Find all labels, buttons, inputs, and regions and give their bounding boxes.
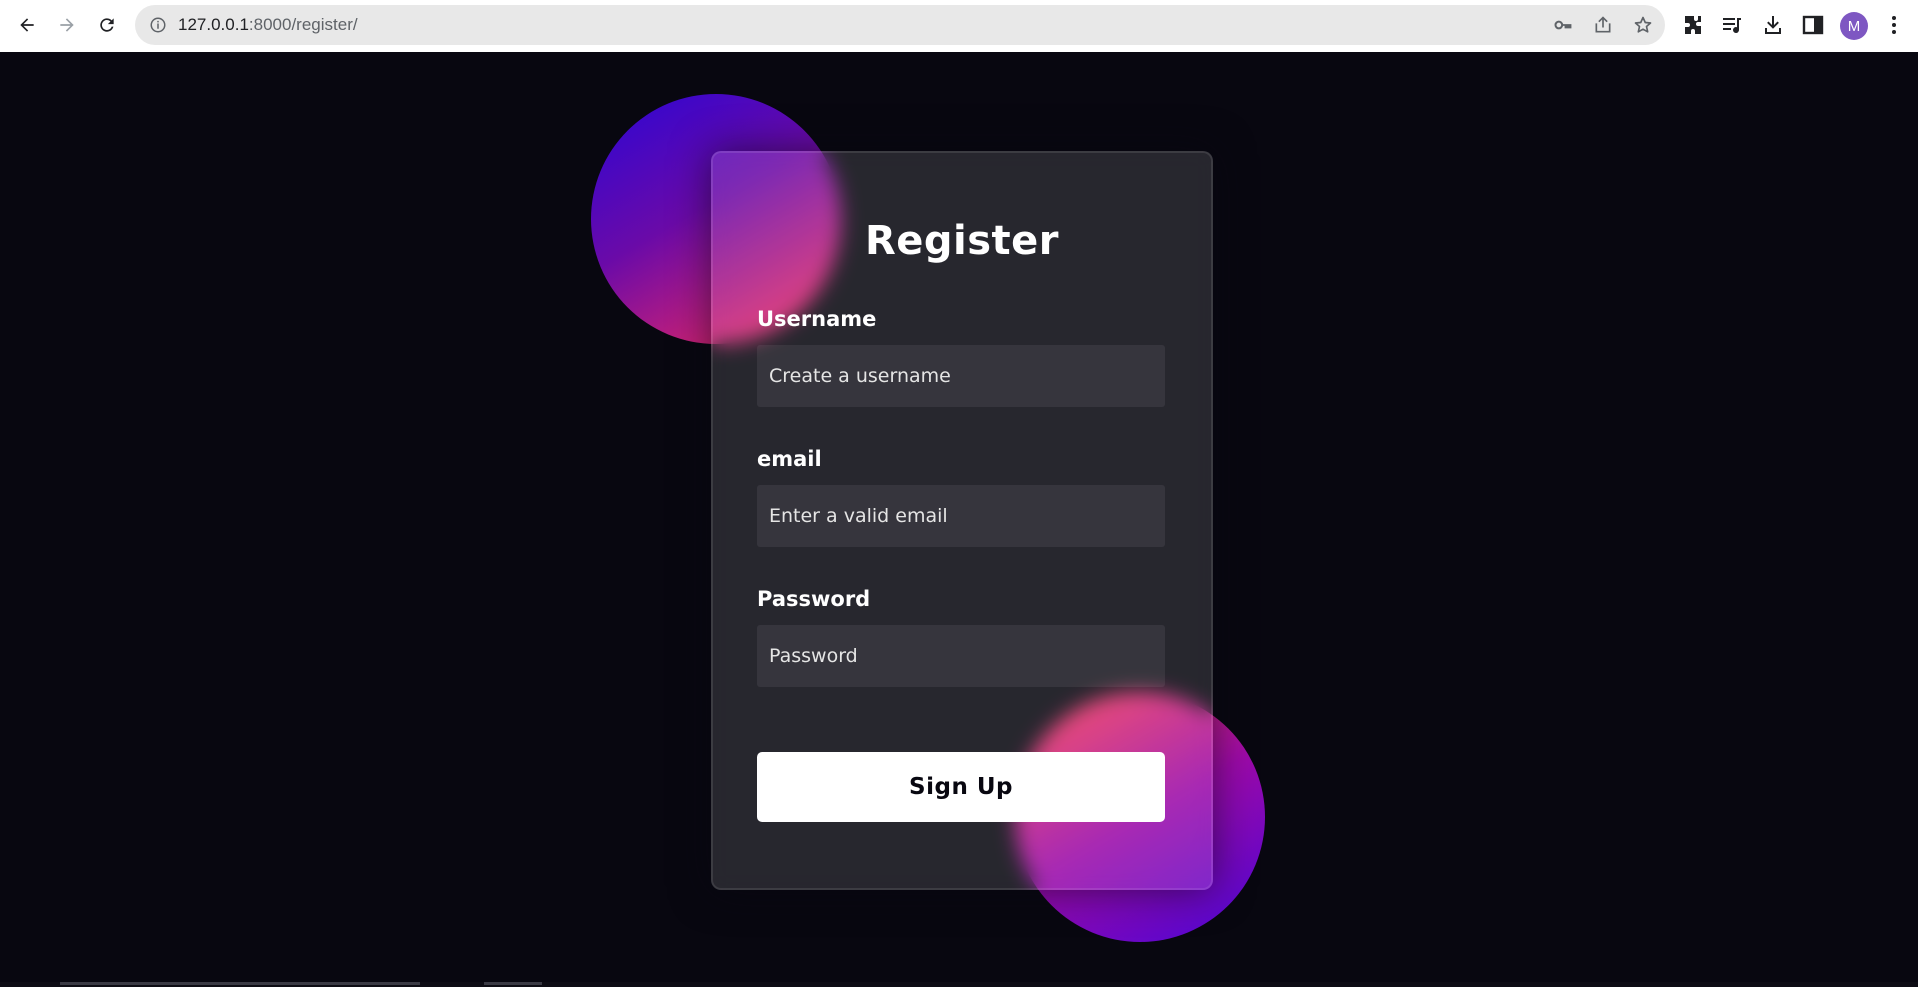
scrollbar-thumb[interactable] <box>60 982 420 985</box>
email-label: email <box>757 447 822 471</box>
scrollbar-thumb[interactable] <box>484 982 542 985</box>
reload-button[interactable] <box>92 10 122 40</box>
side-panel-icon[interactable] <box>1801 13 1825 37</box>
info-icon[interactable] <box>149 16 167 34</box>
url-host: 127.0.0.1 <box>178 15 249 34</box>
media-queue-icon[interactable] <box>1720 13 1744 37</box>
profile-avatar[interactable]: M <box>1840 12 1868 40</box>
arrow-left-icon <box>20 18 34 32</box>
url-path: :8000/register/ <box>248 15 358 34</box>
username-input[interactable] <box>757 345 1165 407</box>
back-button[interactable] <box>12 10 42 40</box>
star-icon[interactable] <box>1633 15 1653 35</box>
share-icon[interactable] <box>1593 15 1613 35</box>
password-label: Password <box>757 587 871 611</box>
register-form: Register Username email Password Sign Up <box>711 151 1213 890</box>
password-input[interactable] <box>757 625 1165 687</box>
form-title: Register <box>864 218 1060 264</box>
url-text[interactable]: 127.0.0.1:8000/register/ <box>178 5 358 45</box>
page-viewport: Register Username email Password Sign Up <box>0 52 1918 987</box>
address-bar[interactable]: 127.0.0.1:8000/register/ <box>135 5 1665 45</box>
reload-icon <box>100 18 114 32</box>
browser-toolbar: 127.0.0.1:8000/register/ M <box>0 0 1918 53</box>
key-icon[interactable] <box>1553 15 1573 35</box>
horizontal-scrollbar[interactable] <box>0 982 1918 987</box>
download-icon[interactable] <box>1761 13 1785 37</box>
sign-up-button[interactable]: Sign Up <box>757 752 1165 822</box>
puzzle-icon[interactable] <box>1681 13 1705 37</box>
email-input[interactable] <box>757 485 1165 547</box>
forward-button[interactable] <box>52 10 82 40</box>
username-label: Username <box>757 307 877 331</box>
arrow-right-icon <box>60 18 74 32</box>
profile-initial: M <box>1847 17 1861 35</box>
kebab-menu-icon[interactable] <box>1882 13 1906 37</box>
